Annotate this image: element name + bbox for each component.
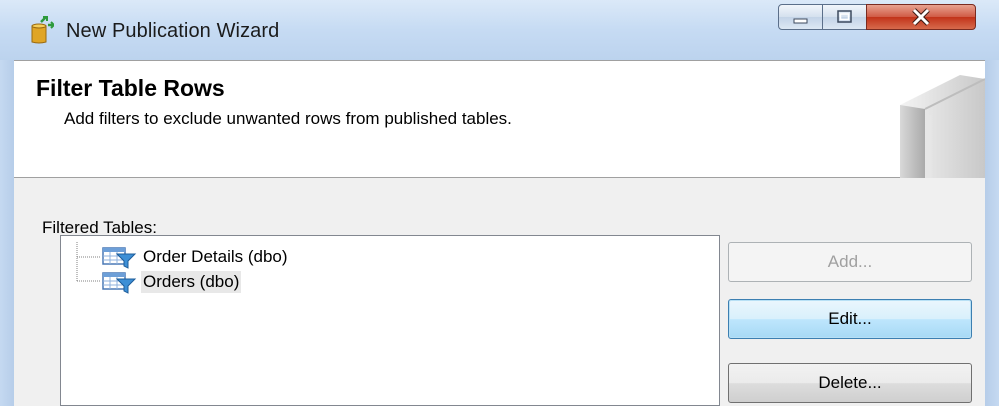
delete-button[interactable]: Delete... <box>728 363 972 403</box>
filtered-table-icon <box>101 270 137 294</box>
close-button[interactable] <box>866 4 976 30</box>
caption-buttons <box>778 4 978 32</box>
title-bar[interactable]: New Publication Wizard <box>0 0 999 60</box>
window-border-right <box>985 60 999 406</box>
tree-item-label: Order Details (dbo) <box>143 247 288 266</box>
edit-button[interactable]: Edit... <box>728 299 972 339</box>
minimize-icon <box>779 5 822 29</box>
add-button[interactable]: Add... <box>728 242 972 282</box>
page-description: Add filters to exclude unwanted rows fro… <box>64 109 512 128</box>
maximize-button[interactable] <box>822 4 867 30</box>
filtered-tables-tree[interactable]: Order Details (dbo) Orders (dbo) <box>60 235 720 406</box>
publication-wizard-icon <box>28 16 56 44</box>
window-title: New Publication Wizard <box>66 20 280 42</box>
tree-item-orders[interactable]: Orders (dbo) <box>101 269 242 295</box>
minimize-button[interactable] <box>778 4 823 30</box>
tree-item-order-details[interactable]: Order Details (dbo) <box>101 244 290 270</box>
wizard-header: Filter Table Rows Add filters to exclude… <box>14 60 986 179</box>
tree-item-label: Orders (dbo) <box>141 271 242 293</box>
page-title: Filter Table Rows <box>36 75 225 101</box>
maximize-icon <box>823 5 866 29</box>
filtered-table-icon <box>101 245 137 269</box>
close-icon <box>867 5 975 29</box>
window-border-left <box>0 60 14 406</box>
wizard-body: Filtered Tables: Order Details (dbo) Ord… <box>14 178 985 406</box>
book-icon <box>880 75 986 179</box>
